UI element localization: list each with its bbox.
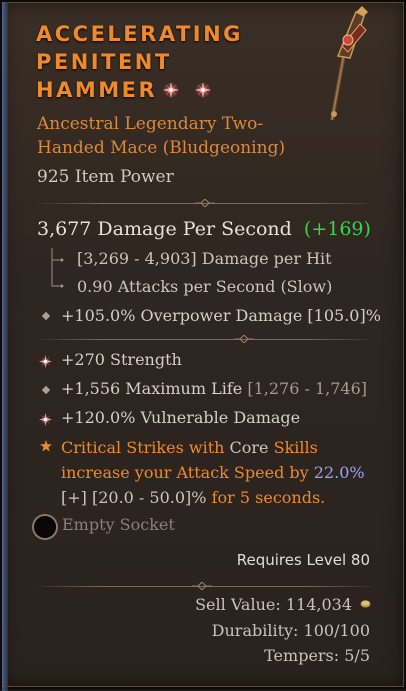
empty-socket-label: Empty Socket <box>62 515 175 534</box>
stat-tree-lines <box>51 248 64 288</box>
damage-per-hit: [3,269 - 4,903] Damage per Hit <box>77 249 332 268</box>
divider <box>37 339 373 340</box>
legendary-power-line-3: [+] [20.0 - 50.0]% for 5 seconds. <box>61 485 371 510</box>
star-burst-icon <box>39 355 52 368</box>
legendary-power-line-1: Critical Strikes with Core Skills <box>61 435 371 460</box>
tempers: Tempers: 5/5 <box>264 646 370 665</box>
dps-value: 3,677 Damage Per Second <box>37 218 292 240</box>
item-name-line-1: Accelerating <box>36 22 243 46</box>
gold-coin-icon <box>360 600 371 608</box>
divider-ornament-icon <box>192 582 212 590</box>
diamond-icon <box>41 385 51 395</box>
tooltip-left-edge <box>2 2 8 691</box>
star-burst-icon <box>39 413 52 426</box>
hammer-item-icon <box>330 6 368 121</box>
overpower-damage: +105.0% Overpower Damage [105.0]% <box>61 306 381 325</box>
attacks-per-second: 0.90 Attacks per Second (Slow) <box>77 277 333 296</box>
orange-star-icon <box>40 440 52 452</box>
affix-life-value: +1,556 Maximum Life <box>61 379 243 398</box>
damage-per-second: 3,677 Damage Per Second (+169) <box>37 218 371 240</box>
item-type-line-1: Ancestral Legendary Two- <box>37 114 264 134</box>
item-power: 925 Item Power <box>37 167 174 187</box>
legendary-power: Critical Strikes with Core Skills increa… <box>61 435 371 510</box>
legendary-power-line-2: increase your Attack Speed by 22.0% <box>61 460 371 485</box>
dps-delta: (+169) <box>303 218 371 240</box>
level-requirement: Requires Level 80 <box>236 551 370 569</box>
legendary-text: increase your Attack Speed by <box>61 463 309 482</box>
affix-life-range: [1,276 - 1,746] <box>247 379 367 398</box>
ancestral-star-icon <box>195 82 211 98</box>
legendary-core-keyword: Core <box>229 438 269 457</box>
affix-maximum-life: +1,556 Maximum Life [1,276 - 1,746] <box>61 379 367 398</box>
item-name-line-3: Hammer <box>36 78 158 102</box>
legendary-text: Skills <box>273 438 318 457</box>
affix-strength: +270 Strength <box>61 350 182 369</box>
legendary-range: [+] [20.0 - 50.0]% <box>61 488 207 507</box>
legendary-text: for 5 seconds. <box>211 488 326 507</box>
ancestral-star-icon <box>163 82 179 98</box>
divider-ornament-icon <box>195 199 215 207</box>
durability: Durability: 100/100 <box>211 621 370 640</box>
item-tooltip: Accelerating Penitent Hammer Ancestral L… <box>0 0 406 691</box>
affix-vulnerable-damage: +120.0% Vulnerable Damage <box>61 408 301 427</box>
socket-ring-icon <box>34 516 56 538</box>
diamond-icon <box>41 311 51 321</box>
item-name-line-2: Penitent <box>36 50 172 74</box>
item-type-line-2: Handed Mace (Bludgeoning) <box>37 138 286 158</box>
legendary-text: Critical Strikes with <box>61 438 225 457</box>
legendary-value: 22.0% <box>313 463 365 482</box>
sell-value: Sell Value: 114,034 <box>195 595 352 614</box>
divider-ornament-icon <box>234 335 254 343</box>
